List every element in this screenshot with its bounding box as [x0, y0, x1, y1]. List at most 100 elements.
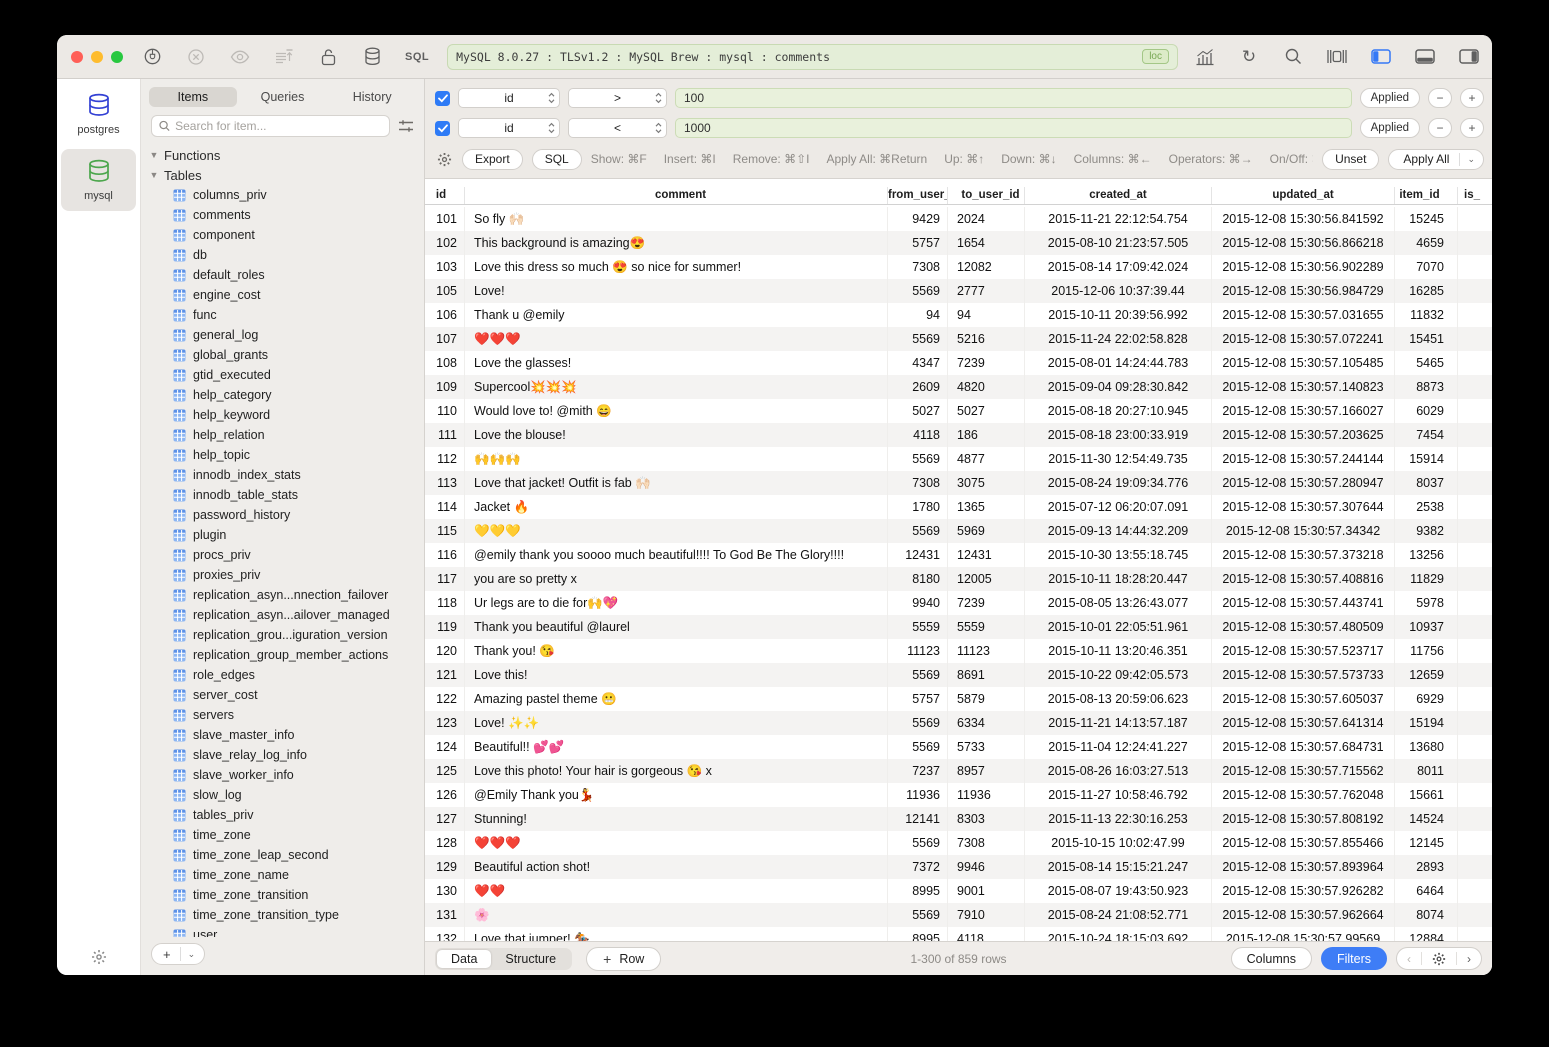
filter-column-select[interactable]: id: [458, 118, 560, 138]
cell[interactable]: 5569: [888, 327, 948, 351]
sidebar-item-comments[interactable]: comments: [149, 205, 424, 225]
cell[interactable]: 2015-12-08 15:30:57.072241: [1212, 327, 1395, 351]
panel-right-toggle-icon[interactable]: [1458, 46, 1480, 68]
table-row[interactable]: 131🌸556979102015-08-24 21:08:52.7712015-…: [425, 903, 1492, 927]
cell[interactable]: 4118: [948, 927, 1025, 941]
cell[interactable]: 12884: [1395, 927, 1458, 941]
table-row[interactable]: 122Amazing pastel theme 😬575758792015-08…: [425, 687, 1492, 711]
cell[interactable]: 8074: [1395, 903, 1458, 927]
panel-left-toggle-icon[interactable]: [1370, 46, 1392, 68]
cell[interactable]: 2015-11-21 14:13:57.187: [1025, 711, 1212, 735]
sidebar-item-slave_relay_log_info[interactable]: slave_relay_log_info: [149, 745, 424, 765]
panel-bottom-toggle-icon[interactable]: [1414, 46, 1436, 68]
cell[interactable]: 4347: [888, 351, 948, 375]
cell[interactable]: [1458, 927, 1492, 941]
apply-all-button[interactable]: Apply All ⌄: [1388, 149, 1484, 170]
table-row[interactable]: 117you are so pretty x8180120052015-10-1…: [425, 567, 1492, 591]
cell[interactable]: 7372: [888, 855, 948, 879]
sidebar-item-help_keyword[interactable]: help_keyword: [149, 405, 424, 425]
search-icon[interactable]: [1282, 46, 1304, 68]
cell[interactable]: 2015-12-08 15:30:57.244144: [1212, 447, 1395, 471]
applied-button[interactable]: Applied: [1360, 88, 1420, 108]
sidebar-item-help_relation[interactable]: help_relation: [149, 425, 424, 445]
next-page-button[interactable]: ›: [1457, 948, 1481, 969]
table-row[interactable]: 103Love this dress so much 😍 so nice for…: [425, 255, 1492, 279]
cell[interactable]: 15451: [1395, 327, 1458, 351]
cell[interactable]: 11829: [1395, 567, 1458, 591]
prev-page-button[interactable]: ‹: [1397, 948, 1421, 969]
cell[interactable]: 2015-10-11 13:20:46.351: [1025, 639, 1212, 663]
cell[interactable]: 2015-12-08 15:30:57.684731: [1212, 735, 1395, 759]
cell[interactable]: This background is amazing😍: [465, 231, 888, 255]
cell[interactable]: 5569: [888, 735, 948, 759]
database-icon[interactable]: [361, 46, 383, 68]
sidebar-item-db[interactable]: db: [149, 245, 424, 265]
cell[interactable]: 🙌🙌🙌: [465, 447, 888, 471]
table-row[interactable]: 111Love the blouse!41181862015-08-18 23:…: [425, 423, 1492, 447]
cell[interactable]: 2015-12-08 15:30:57.926282: [1212, 879, 1395, 903]
cell[interactable]: 2015-12-08 15:30:57.140823: [1212, 375, 1395, 399]
sidebar-item-password_history[interactable]: password_history: [149, 505, 424, 525]
cell[interactable]: 2015-08-01 14:24:44.783: [1025, 351, 1212, 375]
cell[interactable]: Stunning!: [465, 807, 888, 831]
cell[interactable]: [1458, 687, 1492, 711]
cell[interactable]: 2015-10-11 20:39:56.992: [1025, 303, 1212, 327]
sidebar-item-global_grants[interactable]: global_grants: [149, 345, 424, 365]
cell[interactable]: [1458, 207, 1492, 231]
cell[interactable]: 2015-12-08 15:30:57.307644: [1212, 495, 1395, 519]
cell[interactable]: 2015-12-08 15:30:57.762048: [1212, 783, 1395, 807]
cell[interactable]: 5757: [888, 231, 948, 255]
cell[interactable]: 7308: [948, 831, 1025, 855]
chart-icon[interactable]: [1194, 46, 1216, 68]
add-filter-button[interactable]: +: [1460, 118, 1484, 138]
cell[interactable]: 112: [425, 447, 465, 471]
cell[interactable]: 126: [425, 783, 465, 807]
apply-all-caret-icon[interactable]: ⌄: [1467, 154, 1475, 165]
table-row[interactable]: 101So fly 🙌🏻942920242015-11-21 22:12:54.…: [425, 207, 1492, 231]
cell[interactable]: [1458, 831, 1492, 855]
cell[interactable]: @emily thank you soooo much beautiful!!!…: [465, 543, 888, 567]
cell[interactable]: 2015-08-14 17:09:42.024: [1025, 255, 1212, 279]
cell[interactable]: 7454: [1395, 423, 1458, 447]
table-row[interactable]: 123Love! ✨✨556963342015-11-21 14:13:57.1…: [425, 711, 1492, 735]
cell[interactable]: 116: [425, 543, 465, 567]
sql-preview-button[interactable]: SQL: [532, 149, 582, 170]
cell[interactable]: Love that jumper! 🏇: [465, 927, 888, 941]
cell[interactable]: 119: [425, 615, 465, 639]
cell[interactable]: 2015-12-08 15:30:57.031655: [1212, 303, 1395, 327]
cell[interactable]: 💛💛💛: [465, 519, 888, 543]
cell[interactable]: 16285: [1395, 279, 1458, 303]
cell[interactable]: 1654: [948, 231, 1025, 255]
cell[interactable]: 3075: [948, 471, 1025, 495]
cell[interactable]: 101: [425, 207, 465, 231]
tab-history[interactable]: History: [328, 87, 416, 107]
tree-section-functions[interactable]: ▼Functions: [149, 145, 424, 165]
cell[interactable]: [1458, 471, 1492, 495]
sidebar-item-slave_worker_info[interactable]: slave_worker_info: [149, 765, 424, 785]
sidebar-item-procs_priv[interactable]: procs_priv: [149, 545, 424, 565]
column-header-to_user_id[interactable]: to_user_id: [948, 187, 1025, 204]
cell[interactable]: 9940: [888, 591, 948, 615]
cell[interactable]: 1780: [888, 495, 948, 519]
table-row[interactable]: 129Beautiful action shot!737299462015-08…: [425, 855, 1492, 879]
tab-items[interactable]: Items: [149, 87, 237, 107]
cell[interactable]: Ur legs are to die for🙌💖: [465, 591, 888, 615]
cell[interactable]: 2015-10-22 09:42:05.573: [1025, 663, 1212, 687]
cell[interactable]: 2015-12-08 15:30:57.855466: [1212, 831, 1395, 855]
table-row[interactable]: 106Thank u @emily94942015-10-11 20:39:56…: [425, 303, 1492, 327]
add-filter-button[interactable]: +: [1460, 88, 1484, 108]
cell[interactable]: 8180: [888, 567, 948, 591]
cell[interactable]: 2015-10-24 18:15:03.692: [1025, 927, 1212, 941]
cell[interactable]: Supercool💥💥💥: [465, 375, 888, 399]
cell[interactable]: 102: [425, 231, 465, 255]
close-window-button[interactable]: [71, 51, 83, 63]
cell[interactable]: 11832: [1395, 303, 1458, 327]
cell[interactable]: 9429: [888, 207, 948, 231]
cell[interactable]: 2015-08-24 21:08:52.771: [1025, 903, 1212, 927]
table-row[interactable]: 118Ur legs are to die for🙌💖994072392015-…: [425, 591, 1492, 615]
cell[interactable]: 11123: [948, 639, 1025, 663]
cell[interactable]: 12082: [948, 255, 1025, 279]
table-row[interactable]: 124Beautiful!! 💕💕556957332015-11-04 12:2…: [425, 735, 1492, 759]
cell[interactable]: [1458, 543, 1492, 567]
cell[interactable]: 7308: [888, 255, 948, 279]
